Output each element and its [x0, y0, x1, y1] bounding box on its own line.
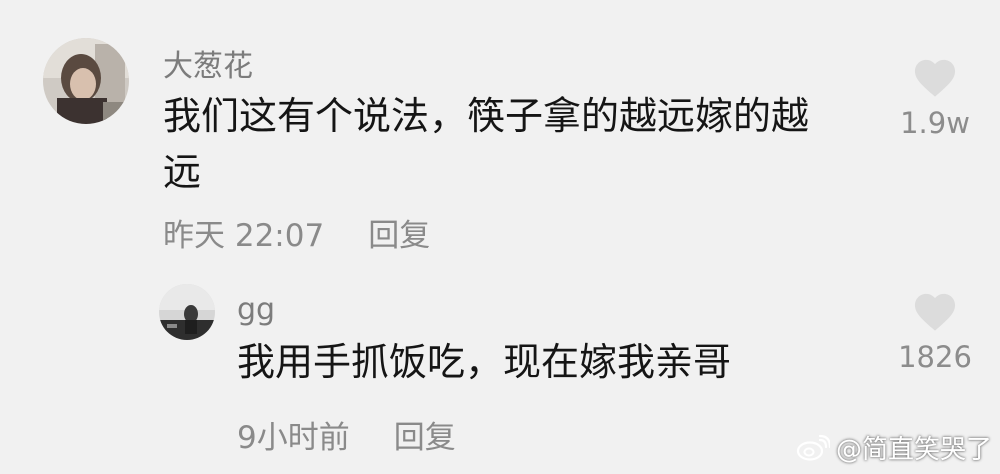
comment-text: 我们这有个说法，筷子拿的越远嫁的越 远 — [163, 88, 863, 200]
comment-text-line: 我们这有个说法，筷子拿的越远嫁的越 — [163, 94, 810, 138]
like-control[interactable]: 1.9w — [890, 56, 980, 140]
comment-username[interactable]: 大葱花 — [163, 41, 253, 85]
avatar[interactable] — [159, 284, 215, 340]
reply-button[interactable]: 回复 — [368, 218, 430, 254]
like-control[interactable]: 1826 — [890, 290, 980, 374]
weibo-logo-icon — [796, 434, 830, 461]
reply-meta: 9小时前 回复 — [237, 412, 456, 457]
reply-username[interactable]: gg — [237, 292, 275, 327]
like-count: 1.9w — [900, 106, 970, 140]
comment-text-line: 远 — [163, 150, 202, 194]
heart-icon[interactable] — [912, 56, 958, 98]
comment-time: 昨天 22:07 — [163, 218, 325, 254]
comment-meta: 昨天 22:07 回复 — [163, 210, 430, 255]
reply-text-line: 我用手抓饭吃，现在嫁我亲哥 — [237, 340, 732, 384]
watermark: @简直笑哭了 — [796, 429, 992, 466]
reply-text: 我用手抓饭吃，现在嫁我亲哥 — [237, 334, 877, 390]
heart-icon[interactable] — [912, 290, 958, 332]
reply-button[interactable]: 回复 — [394, 420, 456, 456]
comment-item: 大葱花 我们这有个说法，筷子拿的越远嫁的越 远 昨天 22:07 回复 1.9w — [0, 0, 1000, 270]
avatar[interactable] — [43, 38, 129, 124]
like-count: 1826 — [898, 340, 972, 374]
reply-time: 9小时前 — [237, 420, 350, 456]
watermark-text: @简直笑哭了 — [835, 435, 992, 465]
